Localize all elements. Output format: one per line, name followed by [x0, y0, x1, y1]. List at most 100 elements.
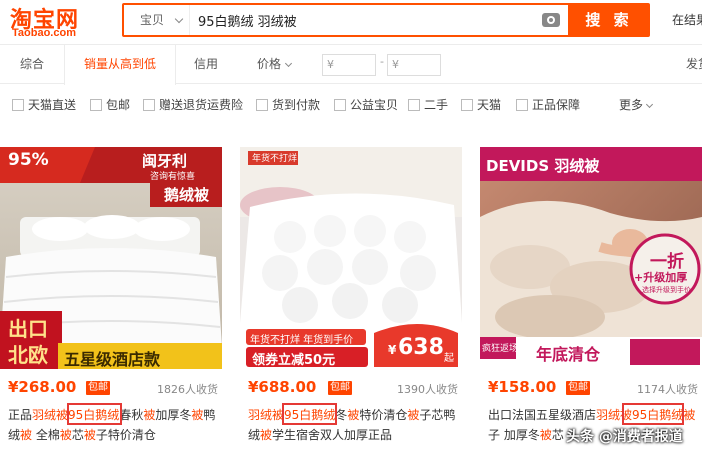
title-keyword-highlight: 被	[191, 408, 204, 422]
camera-icon[interactable]	[542, 13, 560, 27]
search-in-results-button[interactable]: 在结果	[672, 11, 702, 28]
product-price: ¥688.00	[248, 378, 317, 396]
image-badge-upgrade: +升级加厚	[634, 271, 688, 284]
free-shipping-badge: 包邮	[86, 381, 110, 395]
filter-tmall-direct[interactable]: 天猫直送	[12, 96, 76, 112]
sort-tab-price[interactable]: 价格	[257, 45, 293, 83]
chevron-down-icon	[645, 100, 654, 109]
product-image[interactable]: 年货不打烊 年货不打烊 年货到手价 领券立减50元 ¥ 638 起	[240, 147, 462, 369]
checkbox[interactable]	[12, 99, 24, 111]
search-button[interactable]: 搜 索	[568, 3, 650, 37]
checkbox[interactable]	[90, 99, 102, 111]
title-keyword-highlight: 被	[539, 428, 552, 442]
chevron-down-icon	[284, 59, 293, 68]
image-percent: 95%	[8, 150, 49, 170]
sales-count: 1826人收货	[157, 383, 218, 396]
price-min-input[interactable]: ¥	[322, 54, 376, 76]
product-card[interactable]: DEVIDS 羽绒被 一折 +升级加厚 选择升级到手价 疯狂返场 年底清仓 ¥1…	[480, 147, 702, 454]
title-keyword-highlight: 被	[683, 408, 696, 422]
image-coupon: 领券立减50元	[252, 353, 336, 368]
checkbox[interactable]	[256, 99, 268, 111]
filter-tmall[interactable]: 天猫	[461, 96, 501, 112]
search-bar: 宝贝 搜 索	[122, 3, 650, 37]
image-brand: DEVIDS 羽绒被	[486, 157, 600, 175]
image-price-suffix: 起	[444, 353, 454, 364]
filter-cash-on-delivery[interactable]: 货到付款	[256, 96, 320, 112]
title-text: 芯	[551, 428, 564, 442]
product-image[interactable]: DEVIDS 羽绒被 一折 +升级加厚 选择升级到手价 疯狂返场 年底清仓	[480, 147, 702, 369]
ship-from-filter[interactable]: 发货	[686, 45, 702, 83]
filter-charity[interactable]: 公益宝贝	[334, 96, 398, 112]
filter-label: 二手	[424, 98, 449, 112]
product-title[interactable]: 羽绒被95白鹅绒冬被特价清仓被子芯鸭绒被学生宿舍双人加厚正品	[248, 405, 462, 445]
checkbox[interactable]	[461, 99, 473, 111]
checkbox[interactable]	[516, 99, 528, 111]
sort-tab-comprehensive[interactable]: 综合	[20, 45, 44, 83]
price-row: ¥268.00 包邮 1826人收货	[8, 378, 222, 396]
title-keyword-highlight: 羽绒被	[248, 408, 285, 422]
title-keyword-highlight: 被	[59, 428, 72, 442]
checkbox[interactable]	[334, 99, 346, 111]
image-price-big: 638	[398, 335, 444, 360]
title-text: 子 加厚冬	[488, 428, 540, 442]
image-badge-note: 选择升级到手价	[642, 286, 691, 294]
sort-bar: 综合 销量从高到低 信用 价格 ¥ - ¥ 发货	[0, 44, 702, 85]
image-export-line2: 北欧	[8, 343, 48, 367]
header: 淘宝网 Taobao.com 宝贝 搜 索 在结果	[0, 0, 702, 44]
sort-tab-sales[interactable]: 销量从高到低	[64, 45, 177, 85]
annotation-highlight-box	[622, 403, 684, 425]
product-card[interactable]: 年货不打烊 年货不打烊 年货到手价 领券立减50元 ¥ 638 起 ¥688.0…	[240, 147, 462, 454]
filter-label: 正品保障	[532, 98, 581, 112]
filter-return-insurance[interactable]: 赠送退货运费险	[143, 96, 243, 112]
logo-domain: Taobao.com	[12, 27, 76, 39]
title-text: 子	[419, 408, 432, 422]
image-corner-tag: 疯狂返场	[482, 344, 519, 354]
title-keyword-highlight: 被	[347, 408, 360, 422]
image-tag: 年货不打烊	[252, 154, 298, 164]
free-shipping-badge: 包邮	[566, 381, 590, 395]
taobao-logo[interactable]: 淘宝网 Taobao.com	[8, 2, 108, 42]
title-keyword-highlight: 羽绒被	[32, 408, 69, 422]
filter-label: 赠送退货运费险	[159, 98, 244, 112]
search-input[interactable]	[198, 5, 528, 35]
filter-row: 天猫直送 包邮 赠送退货运费险 货到付款 公益宝贝 二手 天猫 正品保障 更多	[0, 84, 702, 124]
title-keyword-highlight: 被	[260, 428, 273, 442]
sales-count: 1390人收货	[397, 383, 458, 396]
search-scope-label: 宝贝	[140, 13, 165, 27]
filter-second-hand[interactable]: 二手	[408, 96, 448, 112]
title-keyword-highlight: 被	[83, 428, 96, 442]
filter-label: 包邮	[106, 98, 131, 112]
filter-free-shipping[interactable]: 包邮	[90, 96, 130, 112]
title-text: 冬	[335, 408, 348, 422]
product-image[interactable]: 95% 闽牙利 咨询有惊喜 鹅绒被 出口 北欧 五星级酒店款	[0, 147, 222, 369]
image-brand: 闽牙利	[142, 152, 188, 170]
filter-label: 天猫直送	[28, 98, 77, 112]
filter-label: 货到付款	[272, 98, 321, 112]
image-export-line1: 出口	[8, 317, 48, 341]
price-row: ¥158.00 包邮 1174人收货	[488, 378, 702, 396]
image-hotel-tag: 五星级酒店款	[64, 350, 161, 369]
free-shipping-badge: 包邮	[328, 381, 352, 395]
annotation-highlight-box	[282, 403, 337, 425]
title-keyword-highlight: 被	[143, 408, 156, 422]
product-price: ¥158.00	[488, 378, 557, 396]
title-text: 芯	[71, 428, 84, 442]
search-scope-select[interactable]: 宝贝	[124, 5, 190, 35]
filter-genuine[interactable]: 正品保障	[516, 96, 580, 112]
price-range-dash: -	[380, 55, 384, 68]
product-price: ¥268.00	[8, 378, 77, 396]
watermark: 头条 @消费者报道	[566, 429, 683, 445]
image-type: 鹅绒被	[164, 186, 210, 204]
checkbox[interactable]	[408, 99, 420, 111]
more-filters-button[interactable]: 更多	[619, 96, 654, 113]
checkbox[interactable]	[143, 99, 155, 111]
price-max-input[interactable]: ¥	[387, 54, 441, 76]
title-keyword-highlight: 被	[407, 408, 420, 422]
title-text: 特价清仓	[359, 408, 408, 422]
sort-tab-credit[interactable]: 信用	[194, 45, 218, 83]
chevron-down-icon	[174, 14, 184, 24]
title-text: 全棉	[32, 428, 60, 442]
product-card[interactable]: 95% 闽牙利 咨询有惊喜 鹅绒被 出口 北欧 五星级酒店款 ¥268.00 包…	[0, 147, 222, 454]
annotation-highlight-box	[67, 403, 122, 425]
sales-count: 1174人收货	[637, 383, 698, 396]
